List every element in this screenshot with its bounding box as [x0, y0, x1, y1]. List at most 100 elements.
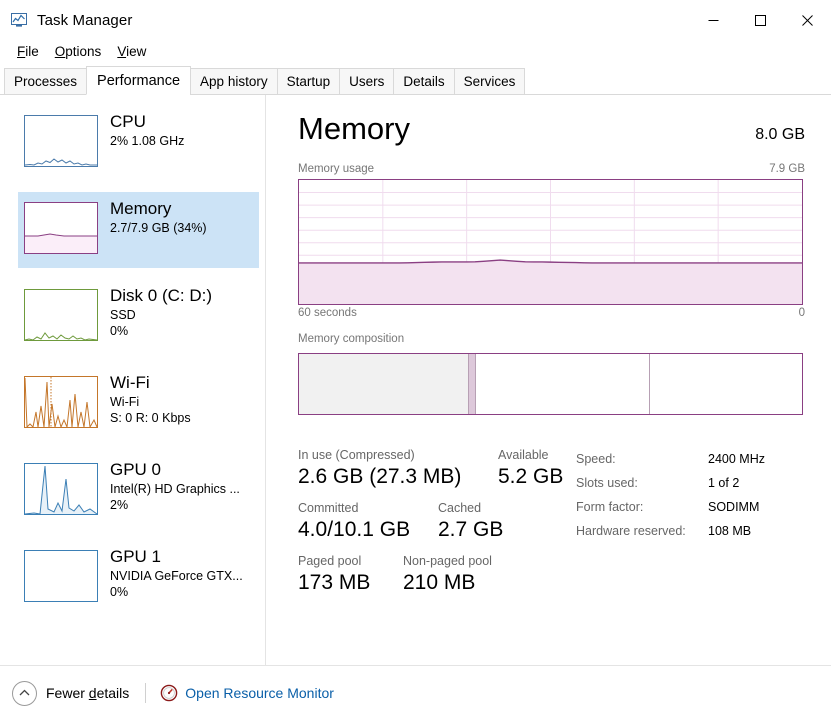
- stat-available-label: Available: [498, 448, 549, 462]
- stat-available-value: 5.2 GB: [498, 465, 564, 488]
- tab-app-history[interactable]: App history: [190, 68, 278, 95]
- memory-composition-bar[interactable]: [298, 353, 803, 415]
- menu-options-rest: ptions: [65, 44, 102, 59]
- stat-committed-value: 4.0/10.1 GB: [298, 518, 411, 541]
- menu-file[interactable]: File: [9, 42, 47, 61]
- stat-in-use-value: 2.6 GB (27.3 MB): [298, 465, 462, 488]
- tab-startup-label: Startup: [286, 74, 331, 89]
- sidebar-cpu-texts: CPU 2% 1.08 GHz: [110, 111, 184, 149]
- tab-services[interactable]: Services: [453, 68, 526, 95]
- wifi-thumbnail-graph: [24, 376, 98, 428]
- sidebar-memory-title: Memory: [110, 199, 172, 218]
- stat-form-factor-key: Form factor:: [576, 500, 644, 514]
- composition-segment-modified[interactable]: [467, 354, 476, 414]
- tab-performance[interactable]: Performance: [86, 66, 192, 95]
- stat-in-use-label: In use (Compressed): [298, 448, 415, 462]
- tab-startup[interactable]: Startup: [276, 68, 341, 95]
- content-area: CPU 2% 1.08 GHz Memory 2.7/7.9 GB (34%): [0, 95, 831, 665]
- fewer-details-mnemonic: d: [88, 685, 97, 701]
- resource-sidebar: CPU 2% 1.08 GHz Memory 2.7/7.9 GB (34%): [0, 95, 266, 665]
- stat-slots-used: Slots used: 1 of 2: [576, 471, 806, 495]
- sidebar-item-disk0[interactable]: Disk 0 (C: D:) SSD 0%: [18, 279, 259, 355]
- tab-processes[interactable]: Processes: [4, 68, 88, 95]
- fewer-details-pre: Fewer: [46, 685, 89, 701]
- stat-row-pools: Paged pool 173 MB Non-paged pool 210 MB: [298, 553, 578, 597]
- tab-performance-label: Performance: [97, 72, 181, 89]
- memory-usage-plot: [299, 180, 802, 304]
- composition-segment-free[interactable]: [648, 354, 802, 414]
- stat-hardware-reserved-value: 108 MB: [708, 524, 752, 538]
- sidebar-gpu0-line2: 2%: [110, 498, 129, 512]
- maximize-button[interactable]: [737, 0, 784, 40]
- stat-available: Available 5.2 GB: [498, 447, 563, 491]
- menu-view-label: V: [117, 44, 127, 59]
- composition-title: Memory composition: [298, 333, 405, 345]
- stat-row-committed: Committed 4.0/10.1 GB Cached 2.7 GB: [298, 500, 578, 544]
- memory-capacity: 8.0 GB: [755, 126, 805, 143]
- stat-form-factor-value: SODIMM: [708, 500, 760, 514]
- memory-stats-left: In use (Compressed) 2.6 GB (27.3 MB) Ava…: [298, 447, 578, 606]
- sidebar-wifi-title: Wi-Fi: [110, 373, 150, 392]
- close-button[interactable]: [784, 0, 831, 40]
- stat-slots-used-value: 1 of 2: [708, 476, 740, 490]
- graph-axis-labels: 60 seconds 0: [298, 307, 805, 319]
- open-resource-monitor-link[interactable]: Open Resource Monitor: [160, 684, 334, 702]
- axis-left-label: 60 seconds: [298, 307, 357, 319]
- composition-segment-in-use[interactable]: [299, 354, 468, 414]
- sidebar-gpu1-title: GPU 1: [110, 547, 162, 566]
- stat-nonpaged-pool: Non-paged pool 210 MB: [403, 553, 492, 597]
- sidebar-item-gpu1[interactable]: GPU 1 NVIDIA GeForce GTX... 0%: [18, 540, 259, 616]
- stat-paged-pool-label: Paged pool: [298, 554, 362, 568]
- status-bar: Fewer details Open Resource Monitor: [0, 665, 831, 720]
- stat-row-inuse: In use (Compressed) 2.6 GB (27.3 MB) Ava…: [298, 447, 578, 491]
- fewer-details-post: etails: [96, 685, 130, 701]
- tab-users-label: Users: [349, 74, 385, 89]
- fewer-details-label: Fewer details: [46, 685, 129, 701]
- graph-labels: Memory usage 7.9 GB: [298, 163, 805, 175]
- resource-monitor-label: Open Resource Monitor: [185, 685, 334, 701]
- sidebar-item-cpu[interactable]: CPU 2% 1.08 GHz: [18, 105, 259, 181]
- tab-users[interactable]: Users: [339, 68, 395, 95]
- fewer-details-button[interactable]: Fewer details: [12, 680, 129, 706]
- stat-speed-value: 2400 MHz: [708, 452, 765, 466]
- stat-paged-pool: Paged pool 173 MB: [298, 553, 403, 597]
- sidebar-gpu0-texts: GPU 0 Intel(R) HD Graphics ... 2%: [110, 459, 240, 513]
- sidebar-item-wifi[interactable]: Wi-Fi Wi-Fi S: 0 R: 0 Kbps: [18, 366, 259, 442]
- stat-cached-value: 2.7 GB: [438, 518, 504, 541]
- memory-usage-graph: [298, 179, 803, 305]
- menu-view[interactable]: View: [109, 42, 154, 61]
- stat-slots-used-key: Slots used:: [576, 476, 638, 490]
- footer-divider: [145, 683, 147, 703]
- window-title: Task Manager: [37, 11, 133, 29]
- stat-nonpaged-pool-label: Non-paged pool: [403, 554, 492, 568]
- memory-header: Memory 8.0 GB: [298, 111, 805, 147]
- gpu0-thumbnail-graph: [24, 463, 98, 515]
- tab-processes-label: Processes: [14, 74, 78, 89]
- menu-options-label: O: [54, 44, 66, 59]
- composition-segment-standby[interactable]: [475, 354, 649, 414]
- tab-details[interactable]: Details: [393, 68, 455, 95]
- minimize-button[interactable]: [690, 0, 737, 40]
- stat-paged-pool-value: 173 MB: [298, 571, 371, 594]
- memory-thumbnail-graph: [24, 202, 98, 254]
- sidebar-gpu1-line2: 0%: [110, 585, 129, 599]
- sidebar-cpu-line1: 2% 1.08 GHz: [110, 134, 185, 148]
- stat-form-factor: Form factor: SODIMM: [576, 495, 806, 519]
- sidebar-item-gpu0[interactable]: GPU 0 Intel(R) HD Graphics ... 2%: [18, 453, 259, 529]
- page-title: Memory: [298, 111, 410, 146]
- sidebar-gpu0-line1: Intel(R) HD Graphics ...: [110, 482, 240, 496]
- menu-options[interactable]: Options: [47, 42, 110, 61]
- sidebar-disk0-texts: Disk 0 (C: D:) SSD 0%: [110, 285, 212, 339]
- graph-max-label: 7.9 GB: [769, 163, 805, 175]
- window-controls: [690, 0, 831, 40]
- sidebar-disk0-line2: 0%: [110, 324, 129, 338]
- sidebar-gpu0-title: GPU 0: [110, 460, 162, 479]
- sidebar-item-memory[interactable]: Memory 2.7/7.9 GB (34%): [18, 192, 259, 268]
- title-bar: Task Manager: [0, 0, 831, 40]
- sidebar-wifi-texts: Wi-Fi Wi-Fi S: 0 R: 0 Kbps: [110, 372, 191, 426]
- sidebar-disk0-title: Disk 0 (C: D:): [110, 286, 212, 305]
- sidebar-memory-line1: 2.7/7.9 GB (34%): [110, 221, 207, 235]
- sidebar-disk0-line1: SSD: [110, 308, 136, 322]
- sidebar-gpu1-texts: GPU 1 NVIDIA GeForce GTX... 0%: [110, 546, 243, 600]
- stat-speed: Speed: 2400 MHz: [576, 447, 806, 471]
